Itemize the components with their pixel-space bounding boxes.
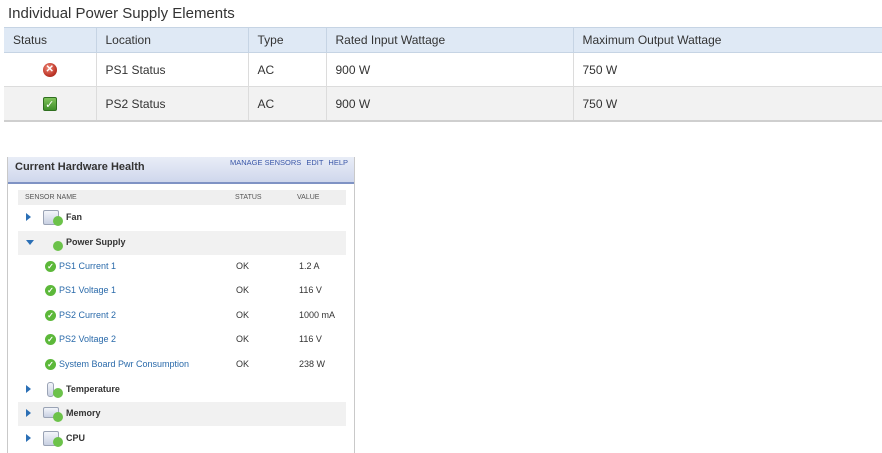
sensor-status: OK [236,261,250,271]
column-header-location[interactable]: Location [95,27,248,53]
sensor-status: OK [236,310,250,320]
status-ok-dot-icon [53,437,63,447]
sensor-name-link[interactable]: PS2 Voltage 2 [59,334,116,344]
sensor-value: 116 V [299,285,322,295]
help-link[interactable]: HELP [328,158,348,167]
category-row-memory[interactable]: Memory [18,402,346,426]
sensor-name-link[interactable]: PS1 Current 1 [59,261,116,271]
sensor-name-link[interactable]: PS1 Voltage 1 [59,285,116,295]
sensor-name-link[interactable]: System Board Pwr Consumption [59,359,189,369]
ok-check-icon: ✓ [45,359,56,370]
ok-check-icon: ✓ [45,261,56,272]
sensor-status: OK [236,359,250,369]
column-header-maximum-output-wattage[interactable]: Maximum Output Wattage [572,27,882,53]
collapse-arrow-icon[interactable] [26,240,34,245]
column-header-status: STATUS [235,194,262,201]
max-output-cell: 750 W [572,86,882,122]
status-ok-dot-icon [53,412,63,422]
category-label: Temperature [66,384,120,394]
location-cell: PS1 Status [95,52,248,87]
category-row-fan[interactable]: Fan [18,206,346,230]
category-label: Fan [66,212,83,222]
sensor-value: 1.2 A [299,261,320,271]
ok-check-icon: ✓ [45,310,56,321]
sensor-value: 238 W [299,359,326,369]
power-supply-title: Individual Power Supply Elements [8,5,235,22]
category-row-cpu[interactable]: CPU [18,427,346,451]
manage-sensors-link[interactable]: MANAGE SENSORS [230,158,301,167]
table-row: ✓ PS2 Status AC 900 W 750 W [4,86,882,122]
sensor-row: ✓ System Board Pwr Consumption OK 238 W [18,353,346,377]
ok-check-icon: ✓ [45,285,56,296]
error-icon: ✕ [42,62,57,77]
type-cell: AC [247,86,326,122]
category-label: Memory [66,408,101,418]
expand-arrow-icon[interactable] [26,213,31,221]
hardware-health-panel: Current Hardware Health MANAGE SENSORS E… [7,157,355,453]
column-header-status[interactable]: Status [4,27,96,53]
rated-input-cell: 900 W [325,52,573,87]
location-cell: PS2 Status [95,86,248,122]
sensor-value: 116 V [299,334,322,344]
expand-arrow-icon[interactable] [26,434,31,442]
sensor-value: 1000 mA [299,310,336,320]
sensor-column-headers: SENSOR NAME STATUS VALUE [18,190,346,205]
panel-links: MANAGE SENSORS EDIT HELP [227,158,348,167]
sensor-name-link[interactable]: PS2 Current 2 [59,310,116,320]
sensor-status: OK [236,285,250,295]
column-header-value: VALUE [297,194,320,201]
table-header-row: Status Location Type Rated Input Wattage… [4,27,882,53]
category-row-temperature[interactable]: Temperature [18,378,346,402]
power-supply-table: Status Location Type Rated Input Wattage… [4,27,882,122]
status-cell: ✓ [4,86,96,122]
edit-link[interactable]: EDIT [306,158,323,167]
type-cell: AC [247,52,326,87]
status-cell: ✕ [4,52,96,87]
sensor-row: ✓ PS1 Voltage 1 OK 116 V [18,279,346,303]
sensor-row: ✓ PS1 Current 1 OK 1.2 A [18,255,346,279]
column-header-type[interactable]: Type [247,27,326,53]
category-label: Power Supply [66,237,126,247]
category-row-power-supply[interactable]: Power Supply [18,231,346,255]
sensor-row: ✓ PS2 Voltage 2 OK 116 V [18,328,346,352]
status-ok-dot-icon [53,216,63,226]
panel-title: Current Hardware Health [15,161,145,173]
expand-arrow-icon[interactable] [26,409,31,417]
column-header-sensor-name: SENSOR NAME [25,194,77,201]
status-ok-dot-icon [53,388,63,398]
category-label: CPU [66,433,86,443]
sensor-row: ✓ PS2 Current 2 OK 1000 mA [18,304,346,328]
ok-check-icon: ✓ [45,334,56,345]
rated-input-cell: 900 W [325,86,573,122]
table-row: ✕ PS1 Status AC 900 W 750 W [4,52,882,87]
sensor-status: OK [236,334,250,344]
max-output-cell: 750 W [572,52,882,87]
column-header-rated-input-wattage[interactable]: Rated Input Wattage [325,27,573,53]
expand-arrow-icon[interactable] [26,385,31,393]
status-ok-dot-icon [53,241,63,251]
checkmark-icon: ✓ [42,96,57,111]
panel-header: Current Hardware Health MANAGE SENSORS E… [8,157,354,184]
